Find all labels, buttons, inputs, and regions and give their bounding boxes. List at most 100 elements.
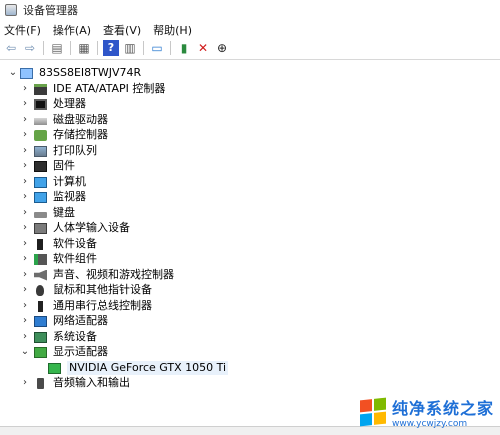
- menu-bar: 文件(F) 操作(A) 查看(V) 帮助(H): [0, 21, 500, 39]
- gpu-label: NVIDIA GeForce GTX 1050 Ti: [67, 361, 229, 375]
- display-adapter-icon: [34, 346, 47, 358]
- firmware-icon: [34, 160, 47, 172]
- print-queue-icon: [34, 145, 47, 157]
- gpu-icon: [48, 362, 61, 374]
- tree-item-label: 通用串行总线控制器: [53, 299, 152, 312]
- software-device-icon: [37, 238, 43, 250]
- menu-action[interactable]: 操作(A): [53, 22, 91, 38]
- toolbar-separator: [143, 41, 144, 55]
- scan-hardware-icon[interactable]: ▭: [149, 40, 165, 56]
- tree-item[interactable]: › 系统设备: [22, 330, 97, 344]
- tree-item[interactable]: › 声音、视频和游戏控制器: [22, 268, 174, 282]
- chevron-down-icon[interactable]: ⌄: [20, 346, 30, 358]
- tree-item-label: 磁盘驱动器: [53, 113, 108, 126]
- tree-item[interactable]: › 磁盘驱动器: [22, 113, 108, 127]
- forward-arrow-icon[interactable]: ⇨: [22, 40, 38, 56]
- tree-item-label: 监视器: [53, 190, 86, 203]
- tree-item-label: 存储控制器: [53, 128, 108, 141]
- software-component-icon: [34, 253, 47, 265]
- chevron-right-icon[interactable]: ›: [20, 83, 30, 95]
- menu-file[interactable]: 文件(F): [4, 22, 41, 38]
- toolbar-separator: [170, 41, 171, 55]
- tree-item-label: 网络适配器: [53, 314, 108, 327]
- expand-toggle[interactable]: ⌄: [8, 67, 18, 79]
- tree-item[interactable]: › 监视器: [22, 190, 86, 204]
- watermark-text: 纯净系统之家 www.ycwjzy.com: [392, 395, 494, 429]
- tree-item-label: 固件: [53, 159, 75, 172]
- tree-item-label: 键盘: [53, 206, 75, 219]
- tree-root[interactable]: ⌄ 83SS8EI8TWJV74R: [8, 66, 141, 80]
- chevron-right-icon[interactable]: ›: [20, 98, 30, 110]
- tree-item[interactable]: › 软件组件: [22, 252, 97, 266]
- toolbar-separator: [70, 41, 71, 55]
- device-tree-pane[interactable]: ⌄ 83SS8EI8TWJV74R › IDE ATA/ATAPI 控制器 › …: [0, 59, 500, 425]
- download-icon[interactable]: ⊕: [214, 40, 230, 56]
- tree-item-label: 鼠标和其他指针设备: [53, 283, 152, 296]
- chevron-right-icon[interactable]: ›: [20, 377, 30, 389]
- tree-item-label: 音频输入和输出: [53, 376, 130, 389]
- tree-item-label: IDE ATA/ATAPI 控制器: [53, 82, 166, 95]
- tree-item[interactable]: › 音频输入和输出: [22, 376, 130, 390]
- watermark: 纯净系统之家 www.ycwjzy.com: [360, 392, 495, 432]
- tree-item[interactable]: › 鼠标和其他指针设备: [22, 283, 152, 297]
- chevron-right-icon[interactable]: ›: [20, 238, 30, 250]
- chevron-right-icon[interactable]: ›: [20, 207, 30, 219]
- chevron-right-icon[interactable]: ›: [20, 114, 30, 126]
- chevron-right-icon[interactable]: ›: [20, 145, 30, 157]
- tree-item-label: 软件组件: [53, 252, 97, 265]
- update-driver-icon[interactable]: ▮: [176, 40, 192, 56]
- action-pane-icon[interactable]: ▥: [122, 40, 138, 56]
- chevron-right-icon[interactable]: ›: [20, 176, 30, 188]
- tree-item[interactable]: › 软件设备: [22, 237, 97, 251]
- mouse-icon: [36, 284, 44, 296]
- system-device-icon: [34, 331, 47, 343]
- tree-item[interactable]: › IDE ATA/ATAPI 控制器: [22, 82, 165, 96]
- disk-drive-icon: [34, 117, 47, 125]
- storage-controller-icon: [34, 129, 47, 141]
- tree-item-label: 打印队列: [53, 144, 97, 157]
- tree-item-display-adapters[interactable]: ⌄ 显示适配器: [20, 345, 108, 359]
- chevron-right-icon[interactable]: ›: [20, 284, 30, 296]
- tree-item[interactable]: › 网络适配器: [22, 314, 108, 328]
- tree-item-label: 显示适配器: [53, 345, 108, 358]
- menu-help[interactable]: 帮助(H): [153, 22, 192, 38]
- toolbar-separator: [97, 41, 98, 55]
- tree-item[interactable]: › 键盘: [22, 206, 75, 220]
- tree-item[interactable]: › 计算机: [22, 175, 86, 189]
- watermark-url: www.ycwjzy.com: [392, 419, 468, 429]
- tree-item-label: 声音、视频和游戏控制器: [53, 268, 174, 281]
- tree-child-gpu[interactable]: NVIDIA GeForce GTX 1050 Ti: [48, 361, 229, 375]
- window-title: 设备管理器: [23, 4, 78, 17]
- ide-controller-icon: [34, 83, 47, 95]
- tree-item[interactable]: › 打印队列: [22, 144, 97, 158]
- chevron-right-icon[interactable]: ›: [20, 253, 30, 265]
- tree-item[interactable]: › 处理器: [22, 97, 86, 111]
- tree-item-label: 人体学输入设备: [53, 221, 130, 234]
- tree-item[interactable]: › 存储控制器: [22, 128, 108, 142]
- toolbar: ⇦ ⇨ ▤ ▦ ? ▥ ▭ ▮ ✕ ⊕: [0, 39, 500, 57]
- menu-view[interactable]: 查看(V): [103, 22, 141, 38]
- chevron-right-icon[interactable]: ›: [20, 222, 30, 234]
- device-manager-app-icon: [5, 4, 17, 16]
- chevron-right-icon[interactable]: ›: [20, 269, 30, 281]
- keyboard-icon: [34, 211, 47, 218]
- chevron-right-icon[interactable]: ›: [20, 129, 30, 141]
- tree-item-label: 处理器: [53, 97, 86, 110]
- computer-icon: [34, 176, 47, 188]
- tree-item[interactable]: › 人体学输入设备: [22, 221, 130, 235]
- chevron-right-icon[interactable]: ›: [20, 331, 30, 343]
- chevron-right-icon[interactable]: ›: [20, 160, 30, 172]
- help-icon[interactable]: ?: [103, 40, 119, 56]
- tree-item[interactable]: › 通用串行总线控制器: [22, 299, 152, 313]
- back-arrow-icon[interactable]: ⇦: [3, 40, 19, 56]
- chevron-right-icon[interactable]: ›: [20, 315, 30, 327]
- properties-icon[interactable]: ▦: [76, 40, 92, 56]
- chevron-right-icon[interactable]: ›: [20, 300, 30, 312]
- tree-item[interactable]: › 固件: [22, 159, 75, 173]
- audio-icon: [34, 269, 47, 281]
- uninstall-icon[interactable]: ✕: [195, 40, 211, 56]
- toolbar-separator: [43, 41, 44, 55]
- console-tree-icon[interactable]: ▤: [49, 40, 65, 56]
- hid-icon: [34, 222, 47, 234]
- chevron-right-icon[interactable]: ›: [20, 191, 30, 203]
